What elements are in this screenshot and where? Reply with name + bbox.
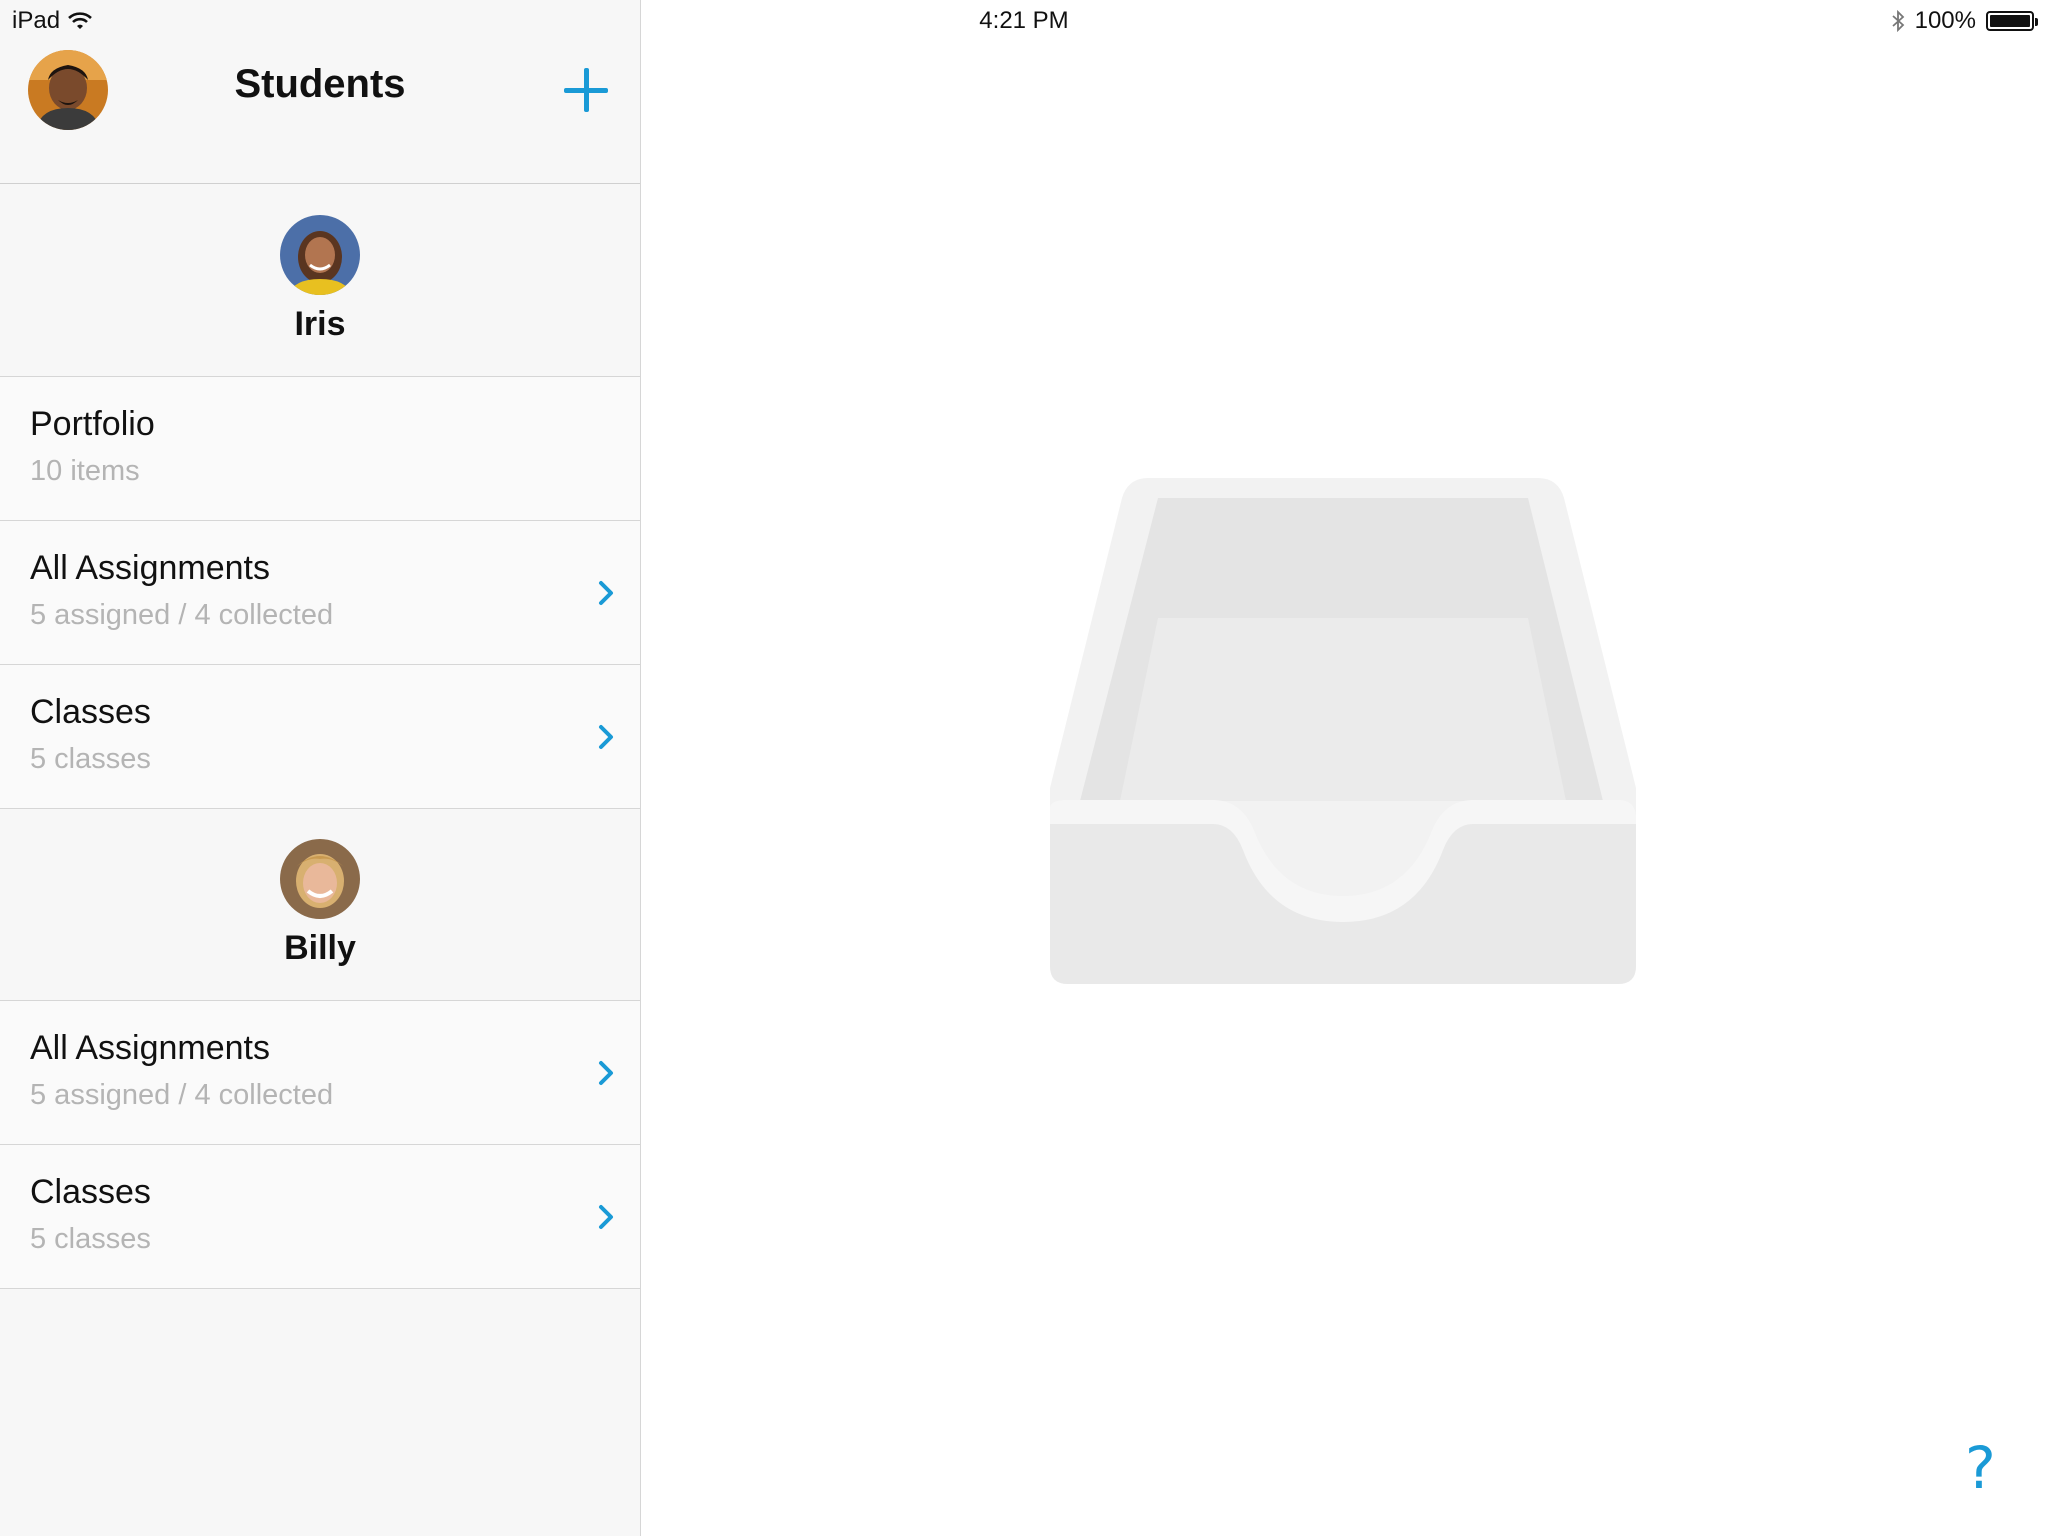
battery-fill bbox=[1990, 15, 2030, 27]
chevron-right-icon bbox=[592, 721, 620, 753]
status-right: 100% bbox=[1891, 7, 2038, 35]
row-title: Classes bbox=[30, 693, 151, 731]
status-time: 4:21 PM bbox=[979, 7, 1069, 34]
battery-percent: 100% bbox=[1914, 7, 1976, 34]
row-subtitle: 5 classes bbox=[30, 1223, 151, 1255]
chevron-right-icon bbox=[592, 1201, 620, 1233]
bluetooth-icon bbox=[1892, 9, 1904, 33]
student-header-iris[interactable]: Iris bbox=[0, 185, 640, 377]
row-all-assignments[interactable]: All Assignments 5 assigned / 4 collected bbox=[0, 1001, 640, 1145]
row-subtitle: 5 assigned / 4 collected bbox=[30, 599, 334, 631]
student-avatar bbox=[280, 839, 360, 919]
battery-icon bbox=[1986, 11, 2038, 31]
row-title: Classes bbox=[30, 1173, 151, 1211]
row-subtitle: 5 classes bbox=[30, 743, 151, 775]
help-button[interactable]: ? bbox=[1965, 1434, 1996, 1502]
row-subtitle: 10 items bbox=[30, 455, 140, 487]
row-title: Portfolio bbox=[30, 405, 155, 443]
student-name: Billy bbox=[284, 929, 356, 967]
detail-pane: ? bbox=[641, 0, 2048, 1536]
row-classes[interactable]: Classes 5 classes bbox=[0, 665, 640, 809]
student-name: Iris bbox=[294, 305, 346, 343]
row-title: All Assignments bbox=[30, 1029, 270, 1067]
status-bar: iPad 4:21 PM 100% bbox=[0, 0, 2048, 40]
row-title: All Assignments bbox=[30, 549, 270, 587]
students-sidebar: Students Iris Portfolio 10 items All Ass… bbox=[0, 0, 641, 1536]
student-avatar bbox=[280, 215, 360, 295]
row-subtitle: 5 assigned / 4 collected bbox=[30, 1079, 334, 1111]
student-header-billy[interactable]: Billy bbox=[0, 809, 640, 1001]
empty-inbox-tray-icon bbox=[1048, 478, 1638, 986]
add-student-button[interactable] bbox=[564, 64, 616, 116]
page-title: Students bbox=[234, 62, 406, 106]
row-portfolio[interactable]: Portfolio 10 items bbox=[0, 377, 640, 521]
row-all-assignments[interactable]: All Assignments 5 assigned / 4 collected bbox=[0, 521, 640, 665]
chevron-right-icon bbox=[592, 577, 620, 609]
row-classes[interactable]: Classes 5 classes bbox=[0, 1145, 640, 1289]
chevron-right-icon bbox=[592, 1057, 620, 1089]
